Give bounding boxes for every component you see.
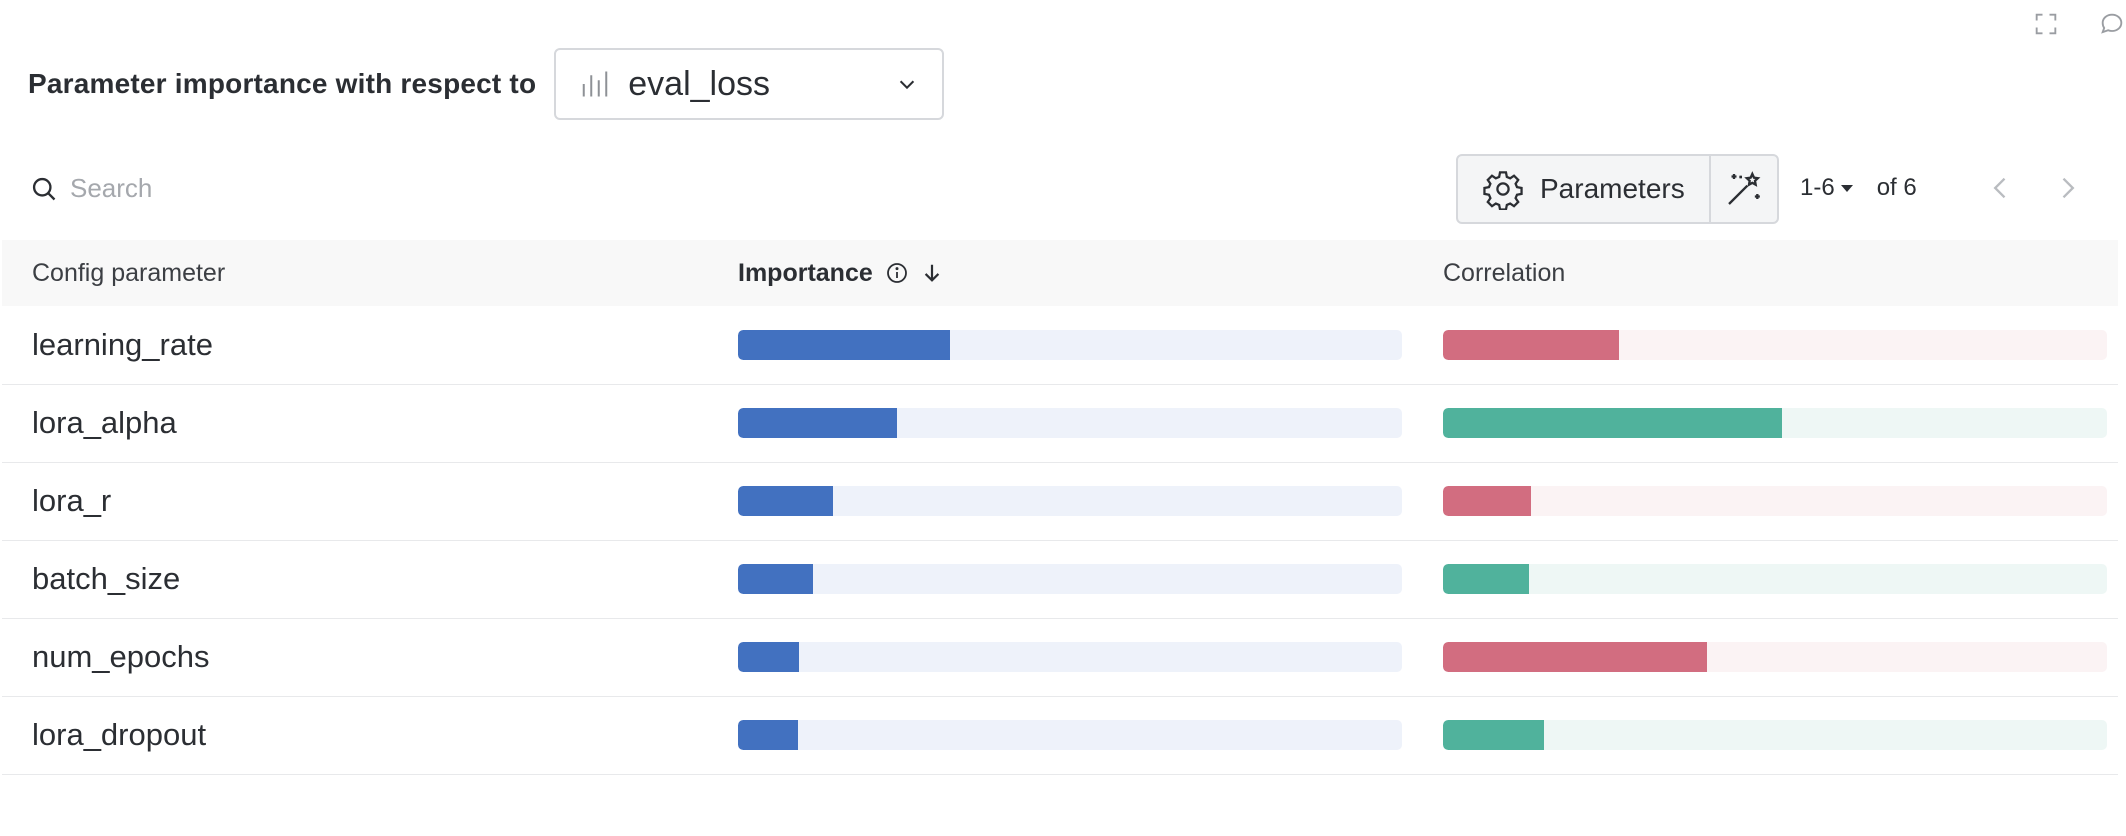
info-icon[interactable] [885,261,909,285]
table-row[interactable]: learning_rate [2,306,2118,384]
table-header-row: Config parameter Importance Correlation [2,240,2118,306]
chevron-down-icon [900,80,915,90]
chevron-right-icon[interactable] [2053,174,2081,202]
importance-cell [738,384,1443,462]
correlation-cell [1443,384,2118,462]
parameters-button-group: Parameters [1456,154,1779,224]
importance-bar-fill [738,720,798,750]
correlation-bar-fill [1443,408,1782,438]
table-row[interactable]: lora_r [2,462,2118,540]
table-row[interactable]: batch_size [2,540,2118,618]
importance-bar-fill [738,564,814,594]
parameter-importance-table: Config parameter Importance Correlation … [2,240,2118,775]
column-header-importance[interactable]: Importance [738,240,1443,306]
search-input[interactable] [68,172,472,205]
importance-bar [738,720,1402,750]
parameters-button-label: Parameters [1540,173,1685,204]
importance-cell [738,696,1443,774]
importance-cell [738,462,1443,540]
correlation-bar-fill [1443,720,1544,750]
correlation-bar-fill [1443,329,1619,360]
bar-chart-icon [583,71,608,97]
table-toolbar: Parameters 1-6 of 6 [0,154,2126,226]
correlation-cell [1443,696,2118,774]
importance-bar [738,408,1402,438]
importance-header-label: Importance [738,258,873,287]
correlation-cell [1443,540,2118,618]
search-icon [32,177,56,200]
page-range-select[interactable]: 1-6 [1800,174,1853,202]
correlation-bar-negative [1443,642,2107,672]
table-row[interactable]: num_epochs [2,618,2118,696]
gear-icon [1483,171,1523,210]
parameter-name: lora_r [32,483,112,518]
magic-wand-icon [1727,171,1761,205]
caret-down-icon [1840,184,1853,192]
correlation-bar-fill [1443,486,1532,516]
table-row[interactable]: lora_alpha [2,384,2118,462]
correlation-bar-negative [1443,486,2107,516]
importance-cell [738,306,1443,384]
correlation-cell [1443,462,2118,540]
correlation-bar-fill [1443,564,1530,594]
importance-bar-fill [738,408,898,438]
parameter-name: learning_rate [32,326,213,362]
search-box [30,172,472,205]
correlation-bar-fill [1443,642,1708,672]
correlation-bar-positive [1443,408,2107,438]
parameter-name: lora_alpha [32,405,177,440]
table-row[interactable]: lora_dropout [2,696,2118,774]
page-range-label: 1-6 [1800,174,1835,201]
importance-bar [738,564,1402,594]
importance-bar-fill [738,642,800,672]
importance-cell [738,540,1443,618]
parameters-button[interactable]: Parameters [1458,156,1711,222]
correlation-bar-positive [1443,564,2107,594]
header-label: Parameter importance with respect to [28,68,537,99]
fullscreen-icon[interactable] [2032,10,2060,38]
correlation-cell [1443,306,2118,384]
column-header-correlation[interactable]: Correlation [1443,240,2118,306]
importance-bar-fill [738,329,951,360]
page-total-label: of 6 [1876,174,1917,201]
importance-header: Parameter importance with respect to eva… [28,48,945,120]
parameter-name: num_epochs [32,639,210,674]
importance-cell [738,618,1443,696]
metric-select-value: eval_loss [628,64,770,103]
column-header-config-parameter[interactable]: Config parameter [2,240,738,306]
sort-descending-icon[interactable] [921,262,943,284]
importance-bar-fill [738,486,833,516]
chevron-left-icon[interactable] [1987,174,2015,202]
magic-wand-button[interactable] [1711,156,1777,222]
importance-bar [738,329,1402,360]
importance-bar [738,642,1402,672]
metric-select[interactable]: eval_loss [554,48,945,120]
parameter-name: batch_size [32,561,181,596]
comment-icon[interactable] [2098,10,2126,38]
importance-bar [738,486,1402,516]
parameter-name: lora_dropout [32,717,207,752]
correlation-bar-positive [1443,720,2107,750]
panel-corner-actions [2032,10,2126,38]
correlation-cell [1443,618,2118,696]
pagination: 1-6 of 6 [1800,174,2081,202]
correlation-bar-negative [1443,329,2107,360]
